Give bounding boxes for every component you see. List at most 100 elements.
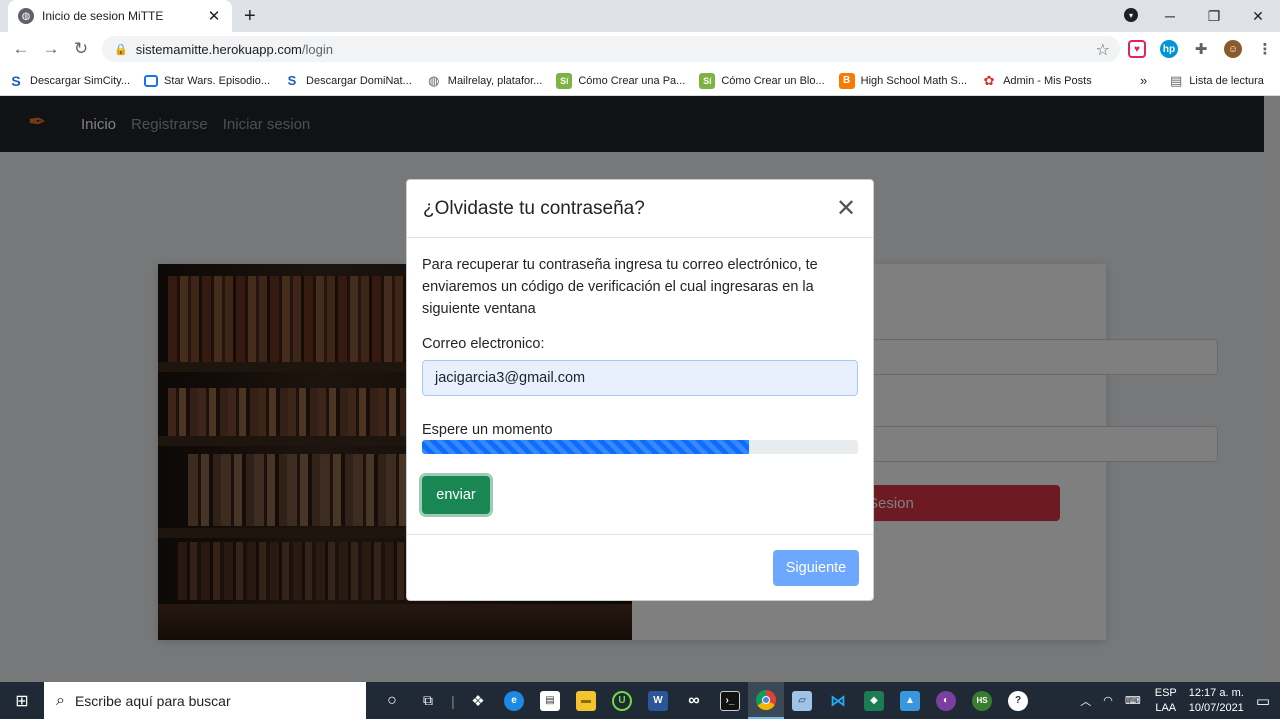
bookmark-item[interactable]: ◍ Mailrelay, platafor... — [426, 72, 543, 89]
modal-footer: Siguiente — [407, 534, 873, 600]
bookmark-label: Descargar SimCity... — [30, 74, 131, 87]
close-icon[interactable]: ✕ — [835, 194, 857, 223]
bookmark-favicon-icon: ◍ — [428, 72, 440, 88]
extensions-area: ♥ hp ✚ ☺ ⋮ — [1128, 32, 1274, 66]
profile-avatar-icon[interactable]: ☺ — [1224, 40, 1242, 58]
notification-icon[interactable]: ▭ — [1256, 692, 1270, 710]
minimize-icon[interactable]: ─ — [1148, 8, 1192, 24]
tray-chevron-icon[interactable]: ︿ — [1080, 693, 1091, 709]
language-code: ESP — [1154, 686, 1177, 699]
reading-list-label: Lista de lectura — [1189, 75, 1264, 87]
bookmark-label: Cómo Crear un Blo... — [721, 74, 825, 87]
language-indicator[interactable]: ESP LAA — [1155, 686, 1177, 716]
lock-icon[interactable]: 🔒 — [114, 43, 128, 56]
dropbox-icon[interactable]: ❖ — [460, 682, 496, 719]
modal-title: ¿Olvidaste tu contraseña? — [423, 197, 645, 219]
close-window-icon[interactable]: ✕ — [1236, 8, 1280, 25]
clock[interactable]: 12:17 a. m. 10/07/2021 — [1189, 686, 1244, 716]
progress-bar-fill — [422, 440, 749, 454]
edge-icon[interactable]: e — [496, 682, 532, 719]
bookmark-item[interactable]: S Descargar DomiNat... — [284, 73, 412, 89]
reading-list-button[interactable]: ▤ Lista de lectura — [1170, 73, 1264, 89]
forward-icon[interactable]: → — [36, 39, 66, 59]
bookmark-label: High School Math S... — [860, 74, 968, 87]
extensions-puzzle-icon[interactable]: ✚ — [1192, 40, 1210, 58]
terminal-icon[interactable]: ›_ — [712, 682, 748, 719]
bookmark-star-icon[interactable]: ☆ — [1096, 40, 1110, 60]
browser-tab[interactable]: ◍ Inicio de sesion MiTTE ✕ — [8, 0, 232, 32]
menu-kebab-icon[interactable]: ⋮ — [1256, 40, 1274, 58]
reading-list-icon: ▤ — [1170, 73, 1183, 88]
bookmark-favicon-icon: Sí — [699, 72, 716, 89]
upwork-icon[interactable]: U — [604, 682, 640, 719]
bookmark-item[interactable]: S Descargar SimCity... — [8, 73, 130, 89]
taskbar-divider: | — [451, 692, 455, 709]
web-page: ✒ Inicio Registrarse Iniciar sesion Sesi… — [0, 96, 1280, 682]
hubspot-icon[interactable]: HS — [964, 682, 1000, 719]
bookmarks-bar: S Descargar SimCity... Star Wars. Episodi… — [0, 66, 1280, 96]
url-path: /login — [301, 41, 333, 57]
pocket-icon[interactable]: ♥ — [1128, 40, 1146, 58]
bookmark-item[interactable]: Sí Cómo Crear un Blo... — [699, 72, 825, 89]
wifi-icon[interactable]: ◠ — [1103, 694, 1113, 707]
taskbar-apps: ○ ⧉ | ❖ e ▤ ▬ U W ∞ ›_ ▱ ⋈ ◆ ▲ ◐ HS ? — [374, 682, 1036, 719]
bookmark-label: Admin - Mis Posts — [1003, 74, 1092, 87]
bookmark-favicon-icon: S — [287, 73, 297, 88]
sourcetree-icon[interactable]: ◆ — [856, 682, 892, 719]
chrome-icon[interactable] — [748, 682, 784, 719]
word-icon[interactable]: W — [640, 682, 676, 719]
new-tab-button[interactable]: + — [244, 5, 256, 28]
window-controls: ─ ❐ ✕ — [1148, 0, 1280, 32]
taskbar-search-placeholder: Escribe aquí para buscar — [74, 692, 231, 709]
bookmark-label: Cómo Crear una Pa... — [578, 74, 686, 87]
restore-icon[interactable]: ❐ — [1192, 8, 1236, 25]
progress-bar-track — [422, 440, 858, 454]
bookmark-favicon-icon: ✿ — [983, 72, 995, 88]
tab-search-icon[interactable]: ▾ — [1124, 8, 1138, 22]
globe-icon: ◍ — [18, 8, 34, 24]
photos-icon[interactable]: ▲ — [892, 682, 928, 719]
bookmark-favicon-icon: B — [838, 72, 855, 89]
hp-icon[interactable]: hp — [1160, 40, 1178, 58]
modal-header: ¿Olvidaste tu contraseña? ✕ — [407, 180, 873, 238]
cortana-icon[interactable]: ○ — [374, 682, 410, 719]
back-icon[interactable]: ← — [6, 39, 36, 59]
bookmark-label: Mailrelay, platafor... — [447, 74, 543, 87]
arduino-icon[interactable]: ∞ — [676, 682, 712, 719]
bookmarks-overflow-button[interactable]: » — [1140, 73, 1147, 88]
modal-description: Para recuperar tu contraseña ingresa tu … — [422, 257, 818, 317]
taskbar-search-box[interactable]: ⌕ Escribe aquí para buscar — [44, 682, 366, 719]
tab-close-icon[interactable]: ✕ — [206, 7, 222, 25]
windows-taskbar: ⊞ ⌕ Escribe aquí para buscar ○ ⧉ | ❖ e ▤… — [0, 682, 1280, 719]
bookmark-favicon-icon: Sí — [556, 72, 573, 89]
file-explorer-icon[interactable]: ▬ — [568, 682, 604, 719]
windows-start-icon[interactable]: ⊞ — [0, 691, 44, 711]
reload-icon[interactable]: ↻ — [66, 39, 96, 59]
bookmark-label: Star Wars. Episodio... — [164, 74, 271, 87]
clock-time: 12:17 a. m. — [1188, 686, 1244, 699]
system-tray: ︿ ◠ ⌨ ESP LAA 12:17 a. m. 10/07/2021 ▭ — [1074, 682, 1280, 719]
bookmark-item[interactable]: Sí Cómo Crear una Pa... — [556, 72, 686, 89]
bookmark-item[interactable]: ✿ Admin - Mis Posts — [981, 73, 1092, 89]
next-button[interactable]: Siguiente — [773, 550, 859, 586]
bookmark-favicon-icon — [144, 74, 159, 87]
email-field[interactable]: jacigarcia3@gmail.com — [422, 360, 858, 396]
store-icon[interactable]: ▤ — [532, 682, 568, 719]
url-host: sistemamitte.herokuapp.com — [135, 41, 302, 57]
task-view-icon[interactable]: ⧉ — [410, 682, 446, 719]
bookmark-item[interactable]: Star Wars. Episodio... — [144, 74, 271, 87]
bookmark-item[interactable]: B High School Math S... — [838, 72, 968, 89]
keyboard-icon[interactable]: ⌨ — [1125, 694, 1141, 707]
send-button[interactable]: enviar — [422, 476, 490, 514]
browser-toolbar: ← → ↻ 🔒 sistemamitte.herokuapp.com/login… — [0, 32, 1280, 66]
address-bar[interactable]: 🔒 sistemamitte.herokuapp.com/login ☆ — [102, 36, 1120, 62]
notes-icon[interactable]: ▱ — [784, 682, 820, 719]
keyboard-layout: LAA — [1155, 701, 1177, 714]
modal-body: Para recuperar tu contraseña ingresa tu … — [407, 238, 873, 514]
vscode-icon[interactable]: ⋈ — [820, 682, 856, 719]
email-label: Correo electronico: — [422, 336, 545, 352]
bookmark-favicon-icon: S — [11, 72, 21, 89]
github-icon[interactable]: ◐ — [928, 682, 964, 719]
help-icon[interactable]: ? — [1000, 682, 1036, 719]
bookmark-label: Descargar DomiNat... — [306, 74, 412, 87]
